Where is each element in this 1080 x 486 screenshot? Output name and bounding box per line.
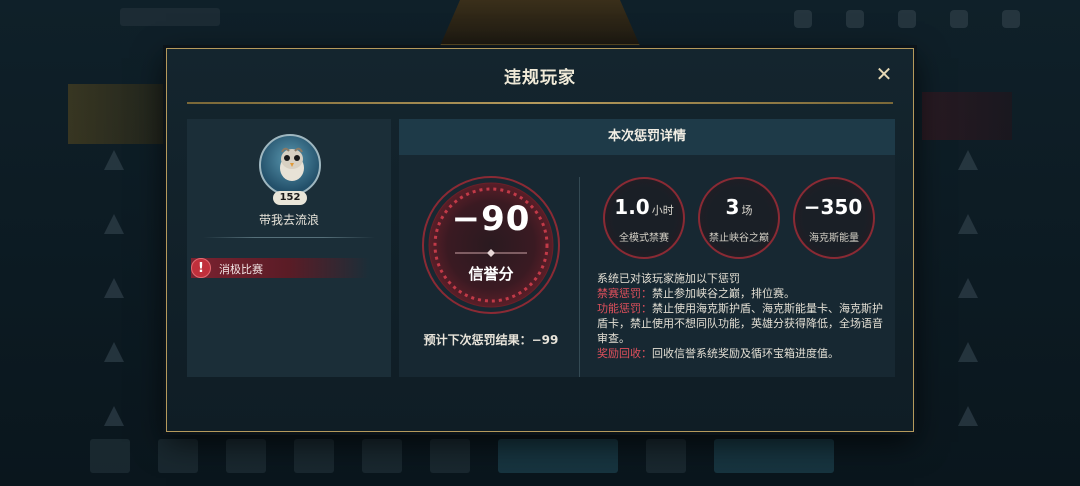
background-icon xyxy=(950,10,968,28)
notice-item-text: 禁止参加峡谷之巅，排位赛。 xyxy=(652,287,795,300)
background-left-banner xyxy=(68,84,178,144)
background-right-banner xyxy=(922,92,1012,140)
modal-title: 违规玩家 xyxy=(504,68,576,88)
background-icon xyxy=(1002,10,1020,28)
title-divider xyxy=(187,102,893,104)
notice-item-label: 奖励回收： xyxy=(597,347,652,360)
notice-item: 奖励回收：回收信誉系统奖励及循环宝箱进度值。 xyxy=(597,346,887,361)
credit-change-value: −90 xyxy=(451,199,531,239)
credit-dial: −90 信誉分 xyxy=(419,173,563,317)
notice-item: 功能惩罚：禁止使用海克斯护盾、海克斯能量卡、海克斯护盾卡，禁止使用不想同队功能，… xyxy=(597,301,887,346)
bird-icon xyxy=(280,147,304,181)
background-top-left xyxy=(120,8,220,26)
penalty-desc: 禁止峡谷之巅 xyxy=(709,233,769,244)
dial-ring-icon xyxy=(422,176,560,314)
notice-item-text: 回收信誉系统奖励及循环宝箱进度值。 xyxy=(652,347,839,360)
penalty-hextech-energy: −350 海克斯能量 xyxy=(793,177,875,259)
penalty-desc: 全模式禁赛 xyxy=(619,233,669,244)
player-panel: 152 带我去流浪 ! 消极比赛 xyxy=(187,119,391,377)
background-top-icons xyxy=(794,10,1020,28)
penalty-unit: 场 xyxy=(741,204,753,217)
notice-item-label: 禁赛惩罚： xyxy=(597,287,652,300)
background-icon xyxy=(898,10,916,28)
background-title-plate xyxy=(440,0,640,46)
name-divider xyxy=(203,237,375,238)
player-name: 带我去流浪 xyxy=(258,213,319,227)
notice-item-label: 功能惩罚： xyxy=(597,302,652,315)
warning-icon: ! xyxy=(191,258,211,278)
violation-modal: 违规玩家 ✕ 152 带我去流浪 ! 消极比赛 本次惩罚详情 −90 信誉分 预… xyxy=(166,48,914,432)
penalty-unit: 小时 xyxy=(651,204,674,217)
notice-intro: 系统已对该玩家施加以下惩罚 xyxy=(597,272,740,285)
vertical-divider xyxy=(579,177,580,377)
background-icon xyxy=(794,10,812,28)
next-penalty-result: 预计下次惩罚结果：−99 xyxy=(399,331,583,348)
penalty-value: −350 xyxy=(803,195,863,219)
background-bottom-bar xyxy=(90,426,1010,486)
next-result-label: 预计下次惩罚结果： xyxy=(423,333,532,347)
penalty-notice: 系统已对该玩家施加以下惩罚 禁赛惩罚：禁止参加峡谷之巅，排位赛。 功能惩罚：禁止… xyxy=(597,271,887,361)
background-right-column xyxy=(958,150,978,426)
close-button[interactable]: ✕ xyxy=(873,63,895,85)
avatar xyxy=(259,134,321,196)
background-icon xyxy=(846,10,864,28)
next-result-value: −99 xyxy=(531,333,559,347)
penalty-ban-duration: 1.0 小时 全模式禁赛 xyxy=(603,177,685,259)
credit-label: 信誉分 xyxy=(468,265,514,283)
violation-tag: ! 消极比赛 xyxy=(191,258,369,278)
penalty-value: 3 xyxy=(725,195,740,219)
violation-label: 消极比赛 xyxy=(219,263,263,276)
level-badge: 152 xyxy=(273,191,307,205)
background-left-column xyxy=(104,150,124,426)
detail-header: 本次惩罚详情 xyxy=(399,119,895,155)
penalty-value: 1.0 xyxy=(614,195,650,219)
notice-item: 禁赛惩罚：禁止参加峡谷之巅，排位赛。 xyxy=(597,286,887,301)
penalty-desc: 海克斯能量 xyxy=(809,233,859,244)
penalty-peak-ban: 3场 禁止峡谷之巅 xyxy=(698,177,780,259)
penalty-detail-panel: 本次惩罚详情 −90 信誉分 预计下次惩罚结果：−99 1.0 小时 全模式禁赛… xyxy=(399,119,895,377)
